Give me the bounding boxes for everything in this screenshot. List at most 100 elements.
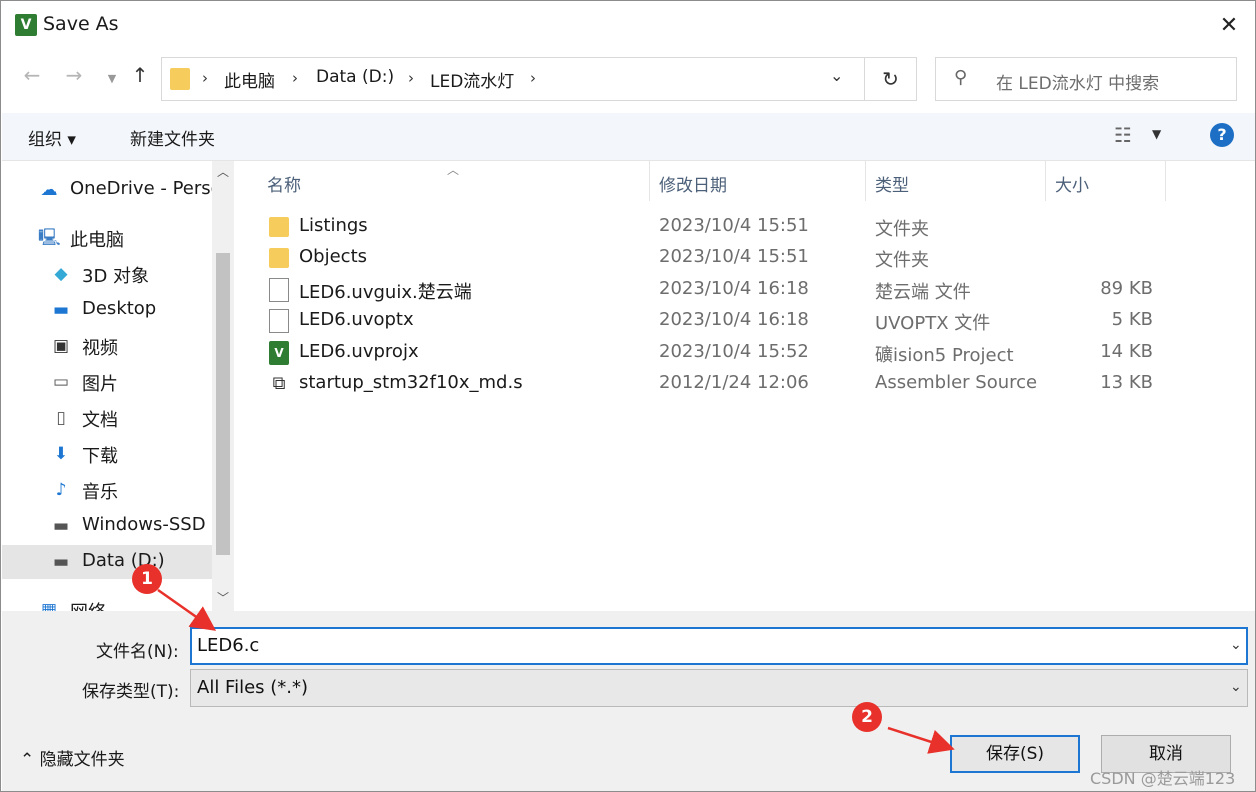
uvision-icon: V — [269, 341, 289, 365]
chevron-down-icon[interactable]: ⌄ — [1230, 637, 1242, 653]
file-type: 楚云端 文件 — [875, 282, 971, 303]
sidebar-item-desktop[interactable]: ▬ Desktop — [2, 293, 212, 327]
breadcrumb-led-folder[interactable]: LED流水灯 — [430, 67, 514, 92]
folder-icon — [170, 68, 190, 90]
sidebar-item-label: Desktop — [82, 298, 157, 319]
file-date: 2023/10/4 16:18 — [659, 309, 809, 330]
refresh-button[interactable]: ↻ — [865, 57, 917, 101]
column-divider[interactable] — [865, 161, 866, 201]
file-size: 89 KB — [1100, 278, 1153, 299]
column-header-type[interactable]: 类型 — [875, 171, 909, 196]
search-input[interactable]: ⚲ 在 LED流水灯 中搜索 — [935, 57, 1237, 101]
folder-icon — [269, 248, 289, 268]
download-icon: ⬇ — [53, 444, 69, 464]
navigation-pane: ☁ OneDrive - Perso 🖳 此电脑 ◆ 3D 对象 ▬ Deskt… — [2, 161, 234, 611]
sidebar-item-pictures[interactable]: ▭ 图片 — [2, 365, 212, 399]
file-type: 文件夹 — [875, 250, 929, 271]
file-icon — [269, 278, 289, 302]
new-folder-button[interactable]: 新建文件夹 — [130, 125, 215, 150]
sidebar-item-label: 音乐 — [82, 482, 118, 503]
folder-icon — [269, 217, 289, 237]
file-type: 文件夹 — [875, 219, 929, 240]
file-row[interactable]: LED6.uvoptx 2023/10/4 16:18 UVOPTX 文件 5 … — [263, 305, 1163, 336]
cloud-icon: ☁ — [40, 180, 58, 200]
sidebar-item-label: 此电脑 — [70, 230, 124, 251]
file-size: 14 KB — [1100, 341, 1153, 362]
arrow-left-icon[interactable]: ← — [19, 63, 45, 87]
column-header-date[interactable]: 修改日期 — [659, 171, 727, 196]
file-type: Assembler Source — [875, 372, 1038, 393]
file-row[interactable]: ⧉ startup_stm32f10x_md.s 2012/1/24 12:06… — [263, 368, 1163, 399]
filename-label: 文件名(N): — [96, 642, 179, 662]
chevron-down-icon[interactable]: ⌄ — [830, 66, 843, 85]
column-divider[interactable] — [649, 161, 650, 201]
chevron-right-icon: › — [408, 69, 414, 87]
sidebar-item-this-pc[interactable]: 🖳 此电脑 — [2, 221, 212, 255]
address-bar[interactable]: › 此电脑 › Data (D:) › LED流水灯 › ⌄ — [161, 57, 865, 101]
chevron-right-icon: › — [292, 69, 298, 87]
save-button[interactable]: 保存(S) — [950, 735, 1080, 773]
view-options-icon[interactable]: ☷ — [1114, 123, 1132, 147]
organize-menu[interactable]: 组织 ▾ — [28, 125, 76, 150]
chevron-up-icon[interactable]: ︿ — [212, 163, 234, 180]
sidebar-item-label: Windows-SSD — [82, 514, 206, 535]
column-divider[interactable] — [1165, 161, 1166, 201]
music-icon: ♪ — [55, 480, 67, 500]
file-date: 2012/1/24 12:06 — [659, 372, 809, 393]
close-button[interactable]: ✕ — [1209, 9, 1249, 43]
search-icon: ⚲ — [954, 67, 968, 88]
save-form: 文件名(N): LED6.c ⌄ 保存类型(T): All Files (*.*… — [2, 611, 1255, 791]
command-bar: 组织 ▾ 新建文件夹 ☷ ▼ ? — [2, 113, 1255, 161]
file-name: Objects — [299, 246, 368, 267]
sidebar-item-videos[interactable]: ▣ 视频 — [2, 329, 212, 363]
file-row[interactable]: LED6.uvguix.楚云端 2023/10/4 16:18 楚云端 文件 8… — [263, 274, 1163, 305]
caret-down-icon[interactable]: ▼ — [1152, 127, 1161, 141]
scrollbar-thumb[interactable] — [216, 253, 230, 555]
arrow-right-icon[interactable]: → — [61, 63, 87, 87]
computer-icon: 🖳 — [38, 228, 61, 248]
desktop-icon: ▬ — [52, 300, 70, 320]
chevron-down-icon[interactable]: ⌄ — [1230, 679, 1242, 695]
breadcrumb-this-pc[interactable]: 此电脑 — [224, 67, 275, 92]
sidebar-item-downloads[interactable]: ⬇ 下载 — [2, 437, 212, 471]
sidebar-item-windows-ssd[interactable]: ▬ Windows-SSD — [2, 509, 212, 543]
arrow-up-icon[interactable]: ↑ — [127, 63, 153, 87]
file-row[interactable]: Objects 2023/10/4 15:51 文件夹 — [263, 242, 1163, 273]
network-icon: ▦ — [40, 600, 58, 611]
column-divider[interactable] — [1045, 161, 1046, 201]
watermark: CSDN @楚云端123 — [1090, 769, 1236, 788]
file-size: 13 KB — [1100, 372, 1153, 393]
window-title: Save As — [43, 13, 119, 35]
document-icon: ▯ — [56, 408, 66, 428]
sidebar-item-network[interactable]: ▦ 网络 — [2, 593, 212, 611]
column-header-size[interactable]: 大小 — [1055, 171, 1089, 196]
sidebar-item-onedrive[interactable]: ☁ OneDrive - Perso — [2, 173, 213, 207]
video-icon: ▣ — [52, 336, 70, 356]
file-date: 2023/10/4 15:52 — [659, 341, 809, 362]
picture-icon: ▭ — [52, 372, 70, 392]
sidebar-item-3d-objects[interactable]: ◆ 3D 对象 — [2, 257, 212, 291]
sidebar-item-music[interactable]: ♪ 音乐 — [2, 473, 212, 507]
filetype-select[interactable]: All Files (*.*) — [190, 669, 1248, 707]
annotation-badge-1: 1 — [132, 564, 162, 594]
file-row[interactable]: V LED6.uvprojx 2023/10/4 15:52 礦ision5 P… — [263, 337, 1163, 368]
sidebar-item-label: OneDrive - Perso — [70, 178, 212, 199]
sidebar-item-data-drive[interactable]: ▬ Data (D:) — [2, 545, 212, 579]
sort-ascending-icon: ︿ — [447, 163, 460, 177]
breadcrumb-data-drive[interactable]: Data (D:) — [316, 67, 394, 87]
help-icon[interactable]: ? — [1210, 123, 1234, 147]
sidebar-scrollbar[interactable]: ︿ ﹀ — [212, 161, 234, 611]
file-row[interactable]: Listings 2023/10/4 15:51 文件夹 — [263, 211, 1163, 242]
uvision-app-icon: V — [15, 14, 37, 36]
sidebar-item-documents[interactable]: ▯ 文档 — [2, 401, 212, 435]
hide-folders-toggle[interactable]: ⌃ 隐藏文件夹 — [20, 745, 125, 770]
chevron-down-icon[interactable]: ﹀ — [212, 589, 234, 606]
annotation-badge-2: 2 — [852, 702, 882, 732]
column-header-name[interactable]: 名称 — [267, 171, 301, 196]
file-name: LED6.uvprojx — [299, 341, 419, 362]
file-size: 5 KB — [1111, 309, 1153, 330]
recent-locations-icon[interactable]: ▼ — [99, 72, 125, 85]
file-name: startup_stm32f10x_md.s — [299, 372, 523, 393]
file-type: UVOPTX 文件 — [875, 313, 991, 334]
filename-field[interactable]: LED6.c — [190, 627, 1248, 665]
